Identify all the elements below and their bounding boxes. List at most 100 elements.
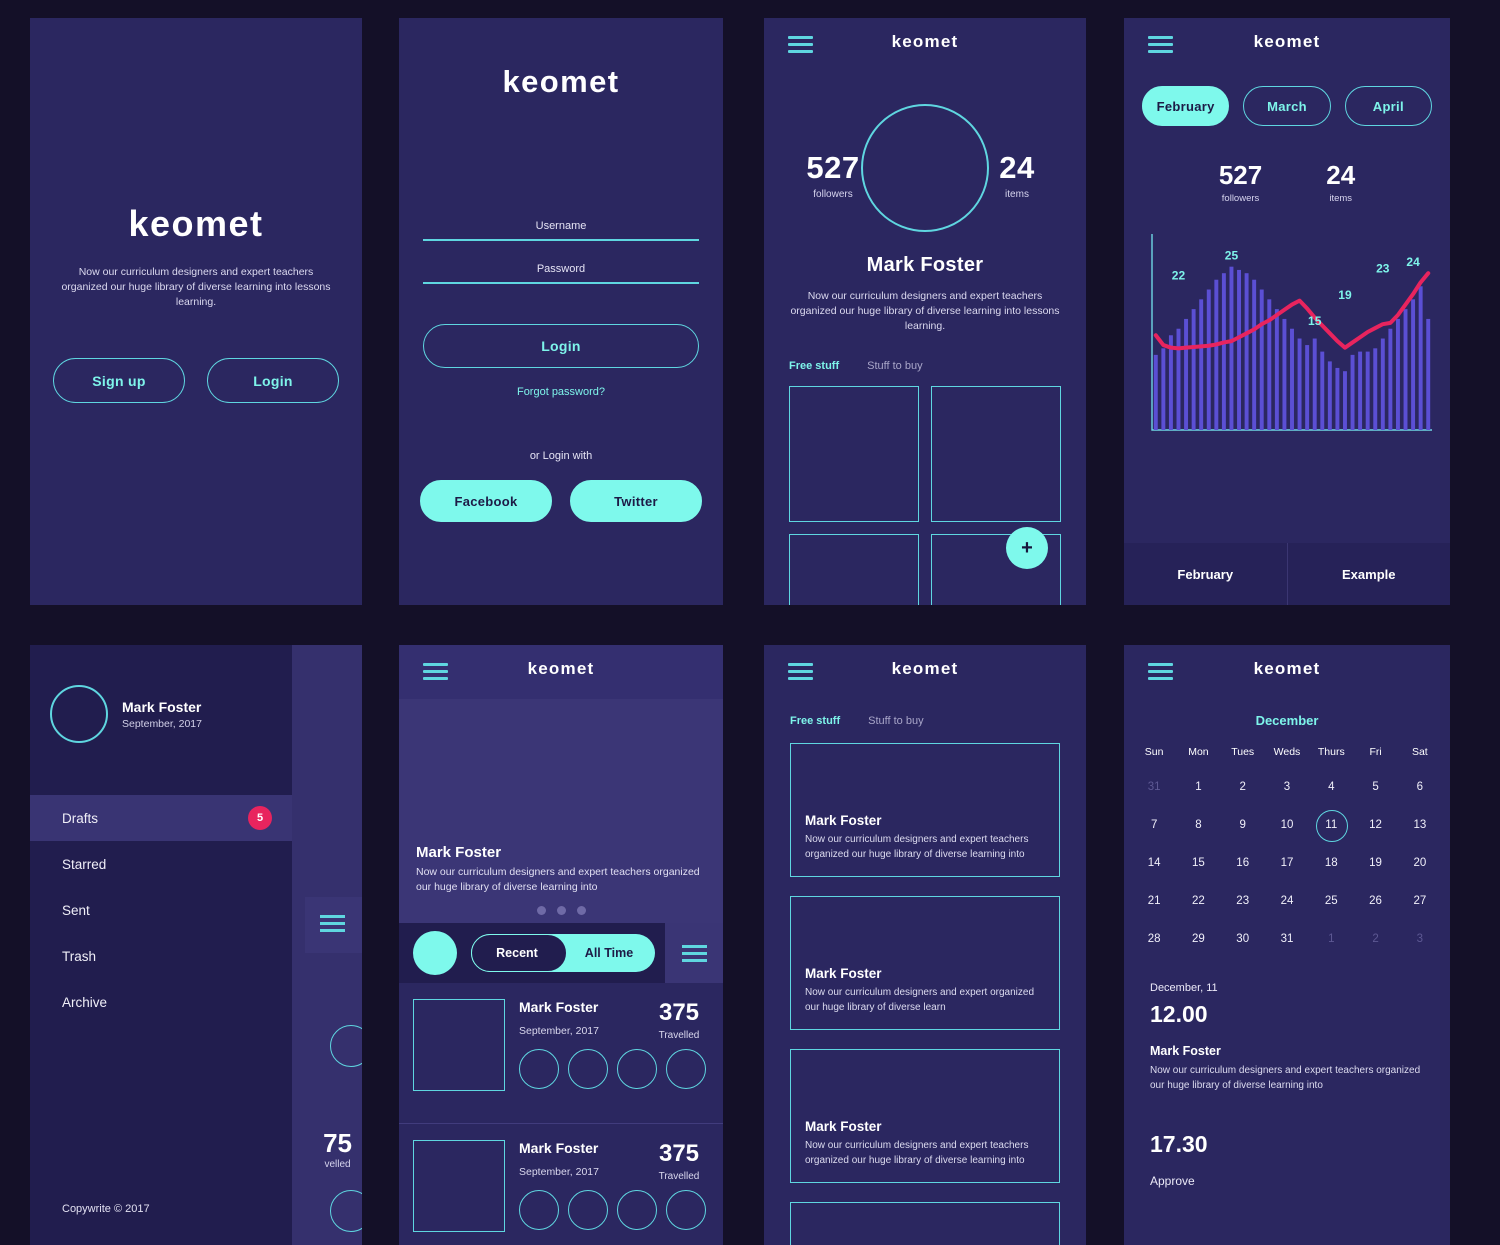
tab-stuff-to-buy[interactable]: Stuff to buy [867,360,922,372]
calendar-day[interactable]: 17 [1265,844,1309,882]
calendar-day[interactable]: 9 [1221,806,1265,844]
carousel-dot[interactable] [556,906,566,915]
list-item-avatar[interactable] [568,1190,608,1230]
calendar-day[interactable]: 25 [1309,882,1353,920]
list-item[interactable]: Mark Foster September, 2017 375 Travelled [399,1123,723,1245]
list-item-avatar[interactable] [519,1190,559,1230]
app-title: keomet [1253,659,1321,678]
calendar-day[interactable]: 26 [1353,882,1397,920]
content-card[interactable]: Mark Foster Now our curriculum designers … [790,1049,1060,1183]
drawer-item-archive[interactable]: Archive [30,979,292,1025]
calendar-day[interactable]: 12 [1353,806,1397,844]
list-item-avatar[interactable] [519,1049,559,1089]
calendar-day[interactable]: 20 [1398,844,1442,882]
drawer-item-drafts[interactable]: Drafts 5 [30,795,292,841]
carousel-dot[interactable] [576,906,586,915]
list-menu-icon[interactable] [665,923,723,983]
drawer-item-trash[interactable]: Trash [30,933,292,979]
hamburger-icon[interactable] [320,915,345,932]
calendar-day[interactable]: 4 [1309,768,1353,806]
tab-stuff-to-buy[interactable]: Stuff to buy [868,715,923,727]
calendar-grid: Sun Mon Tues Weds Thurs Fri Sat 31 1 2 3 4 5 6 7 8 9 10 11… [1124,746,1450,958]
grid-cell[interactable] [931,386,1061,522]
calendar-day[interactable]: 19 [1353,844,1397,882]
list-item-avatar[interactable] [568,1049,608,1089]
chart-value-label: 15 [1308,314,1322,328]
calendar-day[interactable]: 21 [1132,882,1176,920]
calendar-day[interactable]: 31 [1265,920,1309,958]
calendar-day[interactable]: 18 [1309,844,1353,882]
list-item[interactable]: Mark Foster September, 2017 375 Travelled [399,983,723,1123]
segmented-control[interactable]: Recent All Time [471,934,655,972]
action-circle-button[interactable] [413,931,457,975]
grid-cell[interactable] [789,386,919,522]
drawer-item-sent[interactable]: Sent [30,887,292,933]
avatar[interactable] [861,104,989,232]
followers-stat: 527 followers [790,150,876,200]
calendar-day[interactable]: 8 [1176,806,1220,844]
calendar-day[interactable]: 2 [1353,920,1397,958]
calendar-day[interactable]: 3 [1398,920,1442,958]
screen-profile: keomet 527 followers 24 items Mark Foste… [764,18,1086,605]
bottom-tab-example[interactable]: Example [1286,543,1451,605]
calendar-day[interactable]: 13 [1398,806,1442,844]
drawer-item-starred[interactable]: Starred [30,841,292,887]
calendar-day[interactable]: 3 [1265,768,1309,806]
followers-label: followers [813,189,853,200]
segment-recent[interactable]: Recent [471,946,563,960]
list-item-avatar[interactable] [617,1190,657,1230]
facebook-login-button[interactable]: Facebook [420,480,552,522]
grid-cell[interactable] [789,534,919,605]
calendar-day[interactable]: 15 [1176,844,1220,882]
content-card[interactable]: Mark Foster Now our curriculum designers … [790,743,1060,877]
bottom-tab-february[interactable]: February [1124,543,1287,605]
calendar-day[interactable]: 24 [1265,882,1309,920]
month-chip-april[interactable]: April [1344,86,1432,126]
calendar-day[interactable]: 28 [1132,920,1176,958]
calendar-day[interactable]: 27 [1398,882,1442,920]
calendar-day[interactable]: 5 [1353,768,1397,806]
login-button[interactable]: Login [423,324,699,368]
calendar-day[interactable]: 31 [1132,768,1176,806]
calendar-month[interactable]: December [1124,713,1450,728]
appointment-panel: December, 11 12.00 Mark Foster Now our c… [1124,958,1450,1188]
chart-bar [1282,318,1287,430]
carousel-dots[interactable] [399,906,723,915]
calendar-day[interactable]: 6 [1398,768,1442,806]
calendar-day[interactable]: 30 [1221,920,1265,958]
month-chip-march[interactable]: March [1243,86,1331,126]
tab-free-stuff[interactable]: Free stuff [789,360,839,372]
list-item-avatar[interactable] [617,1049,657,1089]
login-button[interactable]: Login [207,358,339,403]
calendar-day[interactable]: 22 [1176,882,1220,920]
segment-all-time[interactable]: All Time [563,946,655,960]
calendar-day[interactable]: 14 [1132,844,1176,882]
carousel-dot[interactable] [536,906,546,915]
calendar-day-selected[interactable]: 11 [1309,806,1353,844]
calendar-day[interactable]: 10 [1265,806,1309,844]
password-field[interactable]: Password [423,263,699,284]
add-button[interactable]: + [1006,527,1048,569]
calendar-day[interactable]: 29 [1176,920,1220,958]
app-logo: keomet [128,203,264,244]
calendar-day[interactable]: 1 [1309,920,1353,958]
list-item-avatar[interactable] [666,1049,706,1089]
month-chip-february[interactable]: February [1142,86,1230,126]
calendar-day[interactable]: 2 [1221,768,1265,806]
content-card[interactable] [790,1202,1060,1245]
profile-description: Now our curriculum designers and expert … [790,290,1060,332]
tab-free-stuff[interactable]: Free stuff [790,715,840,727]
signup-button[interactable]: Sign up [53,358,185,403]
calendar-day[interactable]: 23 [1221,882,1265,920]
calendar-day[interactable]: 1 [1176,768,1220,806]
forgot-password-link[interactable]: Forgot password? [399,386,723,398]
username-field[interactable]: Username [423,220,699,241]
twitter-login-button[interactable]: Twitter [570,480,702,522]
chart-bar [1411,299,1416,430]
drawer-user[interactable]: Mark Foster September, 2017 [30,645,292,743]
content-card[interactable]: Mark Foster Now our curriculum designers … [790,896,1060,1030]
calendar-day[interactable]: 7 [1132,806,1176,844]
list-item-avatar[interactable] [666,1190,706,1230]
calendar-day[interactable]: 16 [1221,844,1265,882]
card-title: Mark Foster [805,1119,882,1134]
